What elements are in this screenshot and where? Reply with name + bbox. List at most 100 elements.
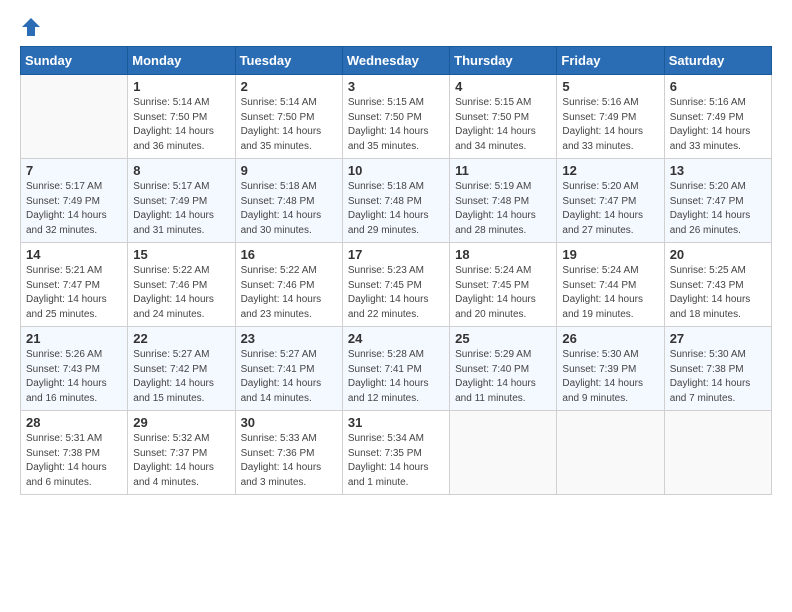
calendar-cell: 8 Sunrise: 5:17 AMSunset: 7:49 PMDaylight…: [128, 159, 235, 243]
day-number: 8: [133, 163, 229, 178]
calendar-cell: 16Sunrise: 5:22 AMSunset: 7:46 PMDayligh…: [235, 243, 342, 327]
day-info: Sunrise: 5:29 AMSunset: 7:40 PMDaylight:…: [455, 348, 551, 406]
day-number: 16: [241, 247, 337, 262]
header: [20, 16, 772, 38]
calendar-cell: 14 Sunrise: 5:21 AMSunset: 7:47 PMDayligh…: [21, 243, 128, 327]
day-info: Sunrise: 5:18 AMSunset: 7:48 PMDaylight:…: [241, 180, 337, 238]
day-number: 17: [348, 247, 444, 262]
day-number: 6: [670, 79, 766, 94]
day-number: 3: [348, 79, 444, 94]
column-header-sunday: Sunday: [21, 47, 128, 75]
calendar-cell: 4 Sunrise: 5:15 AMSunset: 7:50 PMDaylight…: [450, 75, 557, 159]
day-info: Sunrise: 5:20 AMSunset: 7:47 PMDaylight:…: [670, 180, 766, 238]
calendar-cell: 1 Sunrise: 5:14 AMSunset: 7:50 PMDaylight…: [128, 75, 235, 159]
calendar-cell: 24Sunrise: 5:28 AMSunset: 7:41 PMDayligh…: [342, 327, 449, 411]
calendar-cell: 10 Sunrise: 5:18 AMSunset: 7:48 PMDayligh…: [342, 159, 449, 243]
week-row: 14 Sunrise: 5:21 AMSunset: 7:47 PMDayligh…: [21, 243, 772, 327]
calendar-cell: 25 Sunrise: 5:29 AMSunset: 7:40 PMDayligh…: [450, 327, 557, 411]
day-number: 2: [241, 79, 337, 94]
calendar-cell: 18 Sunrise: 5:24 AMSunset: 7:45 PMDayligh…: [450, 243, 557, 327]
column-header-tuesday: Tuesday: [235, 47, 342, 75]
day-info: Sunrise: 5:26 AMSunset: 7:43 PMDaylight:…: [26, 348, 122, 406]
day-number: 26: [562, 331, 658, 346]
day-info: Sunrise: 5:14 AMSunset: 7:50 PMDaylight:…: [241, 96, 337, 154]
day-number: 9: [241, 163, 337, 178]
day-number: 4: [455, 79, 551, 94]
day-number: 27: [670, 331, 766, 346]
day-info: Sunrise: 5:21 AMSunset: 7:47 PMDaylight:…: [26, 264, 122, 322]
day-number: 12: [562, 163, 658, 178]
day-info: Sunrise: 5:18 AMSunset: 7:48 PMDaylight:…: [348, 180, 444, 238]
day-number: 31: [348, 415, 444, 430]
day-info: Sunrise: 5:24 AMSunset: 7:45 PMDaylight:…: [455, 264, 551, 322]
day-info: Sunrise: 5:20 AMSunset: 7:47 PMDaylight:…: [562, 180, 658, 238]
day-number: 10: [348, 163, 444, 178]
day-info: Sunrise: 5:14 AMSunset: 7:50 PMDaylight:…: [133, 96, 229, 154]
calendar-cell: [21, 75, 128, 159]
day-info: Sunrise: 5:34 AMSunset: 7:35 PMDaylight:…: [348, 432, 444, 490]
day-info: Sunrise: 5:30 AMSunset: 7:39 PMDaylight:…: [562, 348, 658, 406]
column-header-saturday: Saturday: [664, 47, 771, 75]
calendar-cell: 19 Sunrise: 5:24 AMSunset: 7:44 PMDayligh…: [557, 243, 664, 327]
day-number: 19: [562, 247, 658, 262]
day-number: 22: [133, 331, 229, 346]
day-number: 18: [455, 247, 551, 262]
day-info: Sunrise: 5:25 AMSunset: 7:43 PMDaylight:…: [670, 264, 766, 322]
day-info: Sunrise: 5:23 AMSunset: 7:45 PMDaylight:…: [348, 264, 444, 322]
day-number: 21: [26, 331, 122, 346]
day-number: 29: [133, 415, 229, 430]
day-number: 14: [26, 247, 122, 262]
day-info: Sunrise: 5:27 AMSunset: 7:42 PMDaylight:…: [133, 348, 229, 406]
calendar-cell: 20 Sunrise: 5:25 AMSunset: 7:43 PMDayligh…: [664, 243, 771, 327]
calendar-cell: 27Sunrise: 5:30 AMSunset: 7:38 PMDayligh…: [664, 327, 771, 411]
day-number: 24: [348, 331, 444, 346]
calendar-cell: 12 Sunrise: 5:20 AMSunset: 7:47 PMDayligh…: [557, 159, 664, 243]
day-info: Sunrise: 5:19 AMSunset: 7:48 PMDaylight:…: [455, 180, 551, 238]
calendar-cell: 22 Sunrise: 5:27 AMSunset: 7:42 PMDayligh…: [128, 327, 235, 411]
day-info: Sunrise: 5:31 AMSunset: 7:38 PMDaylight:…: [26, 432, 122, 490]
logo-icon: [20, 16, 42, 38]
column-header-thursday: Thursday: [450, 47, 557, 75]
day-number: 7: [26, 163, 122, 178]
day-number: 13: [670, 163, 766, 178]
calendar-cell: 17 Sunrise: 5:23 AMSunset: 7:45 PMDayligh…: [342, 243, 449, 327]
calendar-cell: 26 Sunrise: 5:30 AMSunset: 7:39 PMDayligh…: [557, 327, 664, 411]
day-number: 28: [26, 415, 122, 430]
calendar-cell: [664, 411, 771, 495]
day-info: Sunrise: 5:22 AMSunset: 7:46 PMDaylight:…: [133, 264, 229, 322]
day-number: 15: [133, 247, 229, 262]
calendar-cell: 6 Sunrise: 5:16 AMSunset: 7:49 PMDaylight…: [664, 75, 771, 159]
day-info: Sunrise: 5:15 AMSunset: 7:50 PMDaylight:…: [455, 96, 551, 154]
day-number: 30: [241, 415, 337, 430]
day-info: Sunrise: 5:16 AMSunset: 7:49 PMDaylight:…: [562, 96, 658, 154]
week-row: 1 Sunrise: 5:14 AMSunset: 7:50 PMDaylight…: [21, 75, 772, 159]
day-number: 11: [455, 163, 551, 178]
calendar-cell: 15 Sunrise: 5:22 AMSunset: 7:46 PMDayligh…: [128, 243, 235, 327]
day-info: Sunrise: 5:17 AMSunset: 7:49 PMDaylight:…: [133, 180, 229, 238]
calendar-cell: 23 Sunrise: 5:27 AMSunset: 7:41 PMDayligh…: [235, 327, 342, 411]
calendar-cell: [557, 411, 664, 495]
header-row: SundayMondayTuesdayWednesdayThursdayFrid…: [21, 47, 772, 75]
column-header-friday: Friday: [557, 47, 664, 75]
week-row: 28 Sunrise: 5:31 AMSunset: 7:38 PMDayligh…: [21, 411, 772, 495]
calendar-cell: 13 Sunrise: 5:20 AMSunset: 7:47 PMDayligh…: [664, 159, 771, 243]
calendar-cell: 30 Sunrise: 5:33 AMSunset: 7:36 PMDayligh…: [235, 411, 342, 495]
day-info: Sunrise: 5:15 AMSunset: 7:50 PMDaylight:…: [348, 96, 444, 154]
day-info: Sunrise: 5:24 AMSunset: 7:44 PMDaylight:…: [562, 264, 658, 322]
day-number: 5: [562, 79, 658, 94]
column-header-monday: Monday: [128, 47, 235, 75]
day-number: 25: [455, 331, 551, 346]
day-number: 1: [133, 79, 229, 94]
day-info: Sunrise: 5:27 AMSunset: 7:41 PMDaylight:…: [241, 348, 337, 406]
day-info: Sunrise: 5:16 AMSunset: 7:49 PMDaylight:…: [670, 96, 766, 154]
day-number: 20: [670, 247, 766, 262]
calendar-cell: [450, 411, 557, 495]
calendar-cell: 3 Sunrise: 5:15 AMSunset: 7:50 PMDaylight…: [342, 75, 449, 159]
day-info: Sunrise: 5:17 AMSunset: 7:49 PMDaylight:…: [26, 180, 122, 238]
day-info: Sunrise: 5:32 AMSunset: 7:37 PMDaylight:…: [133, 432, 229, 490]
calendar-cell: 9 Sunrise: 5:18 AMSunset: 7:48 PMDaylight…: [235, 159, 342, 243]
calendar-cell: 21 Sunrise: 5:26 AMSunset: 7:43 PMDayligh…: [21, 327, 128, 411]
calendar-cell: 11 Sunrise: 5:19 AMSunset: 7:48 PMDayligh…: [450, 159, 557, 243]
day-info: Sunrise: 5:33 AMSunset: 7:36 PMDaylight:…: [241, 432, 337, 490]
day-number: 23: [241, 331, 337, 346]
